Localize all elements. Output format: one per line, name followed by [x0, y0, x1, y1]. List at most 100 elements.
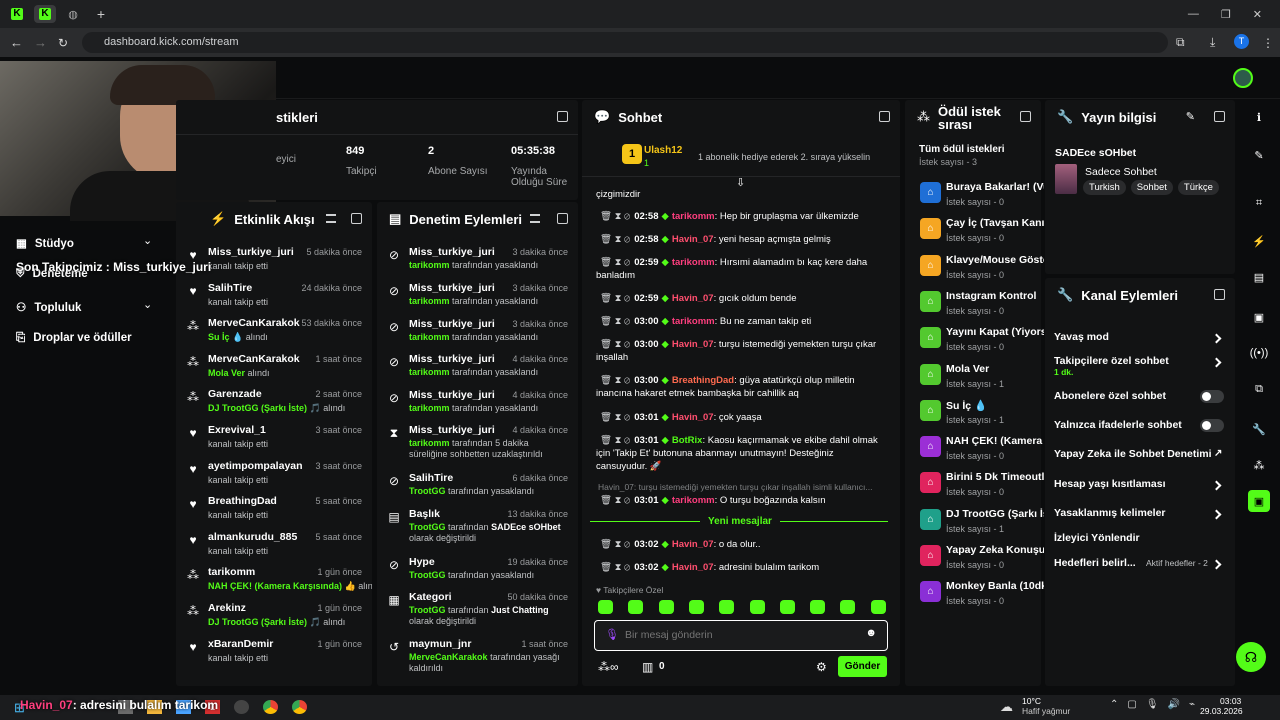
channel-action-item[interactable]: Hesap yaşı kısıtlaması [1054, 478, 1224, 500]
channel-action-item[interactable]: Abonelere özel sohbet [1054, 390, 1224, 412]
reward-icon[interactable]: ⁂ [1248, 454, 1270, 476]
forward-icon[interactable]: → [34, 35, 47, 50]
sidebar-item-community[interactable]: ⚇ Topluluk [16, 300, 81, 314]
expand-icon[interactable] [557, 213, 568, 224]
moderation-row[interactable]: ↺ maymun_jnr 1 saat önce MerveCanKarakok ta… [377, 634, 578, 678]
chat-username[interactable]: Havin_07 [672, 539, 714, 550]
activity-user[interactable]: MerveCanKarakok [208, 353, 300, 365]
channel-action-item[interactable]: Yasaklanmış kelimeler [1054, 507, 1224, 529]
reward-item[interactable]: ⌂ Klavye/Mouse Göster İstek sayısı - 0 [918, 253, 1044, 287]
activity-row[interactable]: ♥ SalihTire 24 dakika önce kanalı takip ett… [176, 278, 372, 314]
channel-action-item[interactable]: Yalnızca ifadelerle sohbet [1054, 419, 1224, 441]
emote-icon[interactable] [749, 600, 765, 614]
profile-avatar[interactable]: T [1234, 34, 1249, 49]
chat-username[interactable]: BotRix [672, 435, 703, 446]
reward-item[interactable]: ⌂ Yapay Zeka Konuşu... İstek sayısı - 0 [918, 543, 1044, 577]
filter-icon[interactable] [326, 214, 336, 223]
send-button[interactable]: Gönder [838, 656, 887, 677]
emote-icon[interactable] [840, 600, 856, 614]
external-link-icon[interactable]: ↗ [1214, 448, 1222, 459]
moderation-row[interactable]: ▦ Kategori 50 dakika önce TrootGG tarafında… [377, 587, 578, 631]
activity-user[interactable]: ayetimpompalayan [208, 460, 303, 472]
reward-item[interactable]: ⌂ Mola Ver İstek sayısı - 1 [918, 362, 1042, 396]
download-icon[interactable]: ⤓ [1210, 35, 1215, 50]
extensions-icon[interactable]: ⧉ [1176, 35, 1185, 50]
chat-icon[interactable]: ▣ [1248, 306, 1270, 328]
channel-action-item[interactable]: Yapay Zeka ile Sohbet Denetimi ↗ [1054, 448, 1224, 470]
reload-icon[interactable]: ↻ [58, 36, 68, 50]
broadcast-icon[interactable]: ((•)) [1248, 342, 1270, 364]
expand-icon[interactable] [1214, 289, 1225, 300]
emote-icon[interactable] [598, 600, 613, 614]
edit-icon[interactable]: ✎ [1186, 110, 1195, 123]
moderation-target[interactable]: Miss_turkiye_juri [409, 282, 495, 294]
emote-icon[interactable] [658, 600, 674, 614]
chat-message[interactable]: 🗑 ⧗ ⊘ 03:02 ◆ Havin_07: adresini bulalım ta… [596, 561, 886, 574]
chat-message[interactable]: 🗑 ⧗ ⊘ 03:01 ◆ Havin_07: çok yaaşa [596, 411, 886, 424]
reward-item[interactable]: ⌂ Buraya Bakarlar! (Vu... İstek sayısı - 0 [918, 180, 1044, 214]
menu-icon[interactable]: ⋮ [1262, 36, 1274, 50]
expand-icon[interactable] [1020, 111, 1031, 122]
green-app-icon[interactable]: ▣ [1248, 490, 1270, 512]
store-icon[interactable]: ▥ [642, 660, 653, 674]
panel-icon[interactable]: ⧉ [1248, 378, 1270, 400]
chat-message[interactable]: 🗑 ⧗ ⊘ 03:00 ◆ tarikomm: Bu ne zaman takip e… [596, 315, 886, 328]
moderation-target[interactable]: Miss_turkiye_juri [409, 246, 495, 258]
activity-row[interactable]: ⁂ MerveCanKarakok 53 dakika önce Su İç 💧 al… [176, 313, 372, 349]
chevron-right-icon[interactable] [1211, 509, 1222, 520]
expand-icon[interactable] [879, 111, 890, 122]
activity-user[interactable]: SalihTire [208, 282, 252, 294]
reward-item[interactable]: ⌂ NAH ÇEK! (Kamera ... İstek sayısı - 0 [918, 434, 1044, 468]
chat-message[interactable]: 🗑 ⧗ ⊘ 03:00 ◆ BreathingDad: güya atatürkçü … [596, 374, 886, 400]
user-avatar[interactable] [1233, 68, 1253, 88]
reward-item[interactable]: ⌂ Su İç 💧 İstek sayısı - 1 [918, 398, 1042, 432]
github-icon[interactable] [234, 700, 249, 714]
expand-icon[interactable] [351, 213, 362, 224]
chat-username[interactable]: Havin_07 [672, 339, 714, 350]
emoji-icon[interactable]: ☻ [865, 627, 877, 639]
moderation-target[interactable]: Hype [409, 556, 435, 568]
activity-user[interactable]: Arekinz [208, 602, 246, 614]
activity-row[interactable]: ♥ xBaranDemir 1 gün önce kanalı takip etti [176, 634, 372, 670]
reward-item[interactable]: ⌂ Birini 5 Dk Timeoutla... İstek sayısı - … [918, 470, 1044, 504]
scan-icon[interactable]: ⌗ [1248, 192, 1270, 214]
tab-globe[interactable]: ◍ [62, 5, 84, 23]
chrome-icon[interactable] [292, 700, 307, 714]
reward-item[interactable]: ⌂ Monkey Banla (10dk) İstek sayısı - 0 [918, 579, 1044, 613]
stream-tag[interactable]: Turkish [1083, 180, 1126, 195]
moderation-target[interactable]: Miss_turkiye_juri [409, 389, 495, 401]
activity-row[interactable]: ⁂ Garenzade 2 saat önce DJ TrootGG (Şarkı İ… [176, 384, 372, 420]
chevron-right-icon[interactable] [1211, 480, 1222, 491]
message-tools[interactable]: 🗑 ⧗ ⊘ [600, 339, 630, 350]
emote-icon[interactable] [810, 600, 826, 614]
reward-item[interactable]: ⌂ Yayını Kapat (Yiyors... İstek sayısı - 0 [918, 325, 1044, 359]
sidebar-item-drops[interactable]: ⎘ Droplar ve ödüller [16, 332, 132, 345]
support-button[interactable]: ☊ [1236, 642, 1266, 672]
activity-user[interactable]: Exrevival_1 [208, 424, 266, 436]
emote-icon[interactable] [628, 600, 644, 614]
emote-icon[interactable] [688, 600, 704, 614]
emote-icon[interactable] [779, 600, 795, 614]
channel-action-item[interactable]: Yavaş mod [1054, 331, 1224, 353]
tab-kick-2[interactable]: K [34, 5, 56, 23]
chat-username[interactable]: BreathingDad [672, 375, 734, 386]
activity-row[interactable]: ♥ almankurudu_885 5 saat önce kanalı takip … [176, 527, 372, 563]
chrome-icon[interactable] [263, 700, 278, 714]
sidebar-item-studio[interactable]: ▦ Stüdyo [16, 236, 74, 250]
activity-user[interactable]: BreathingDad [208, 495, 277, 507]
wrench-icon[interactable]: 🔧 [1248, 418, 1270, 440]
chat-message[interactable]: 🗑 ⧗ ⊘ 02:58 ◆ tarikomm: Hep bir gruplaşma v… [596, 210, 886, 223]
list-icon[interactable]: ▤ [1248, 266, 1270, 288]
channel-action-item[interactable]: Hedefleri belirl... Aktif hedefler - 2 [1054, 557, 1224, 579]
chat-message[interactable]: 🗑 ⧗ ⊘ 02:58 ◆ Havin_07: yeni hesap açmışta … [596, 233, 886, 246]
chevron-right-icon[interactable] [1211, 333, 1222, 344]
activity-user[interactable]: xBaranDemir [208, 638, 273, 650]
reward-item[interactable]: ⌂ DJ TrootGG (Şarkı İs... İstek sayısı - 1 [918, 507, 1044, 541]
message-tools[interactable]: 🗑 ⧗ ⊘ [600, 375, 630, 386]
chevron-down-icon[interactable]: ⌄ [143, 234, 152, 247]
url-field[interactable]: dashboard.kick.com/stream [82, 32, 1168, 53]
message-tools[interactable]: 🗑 ⧗ ⊘ [600, 234, 630, 245]
maximize-icon[interactable]: ❐ [1221, 8, 1231, 21]
chat-message[interactable]: 🗑 ⧗ ⊘ 03:01 ◆ BotRix: Kaosu kaçırmamak ve e… [596, 434, 886, 473]
activity-row[interactable]: ⁂ MerveCanKarakok 1 saat önce Mola Ver alın… [176, 349, 372, 385]
